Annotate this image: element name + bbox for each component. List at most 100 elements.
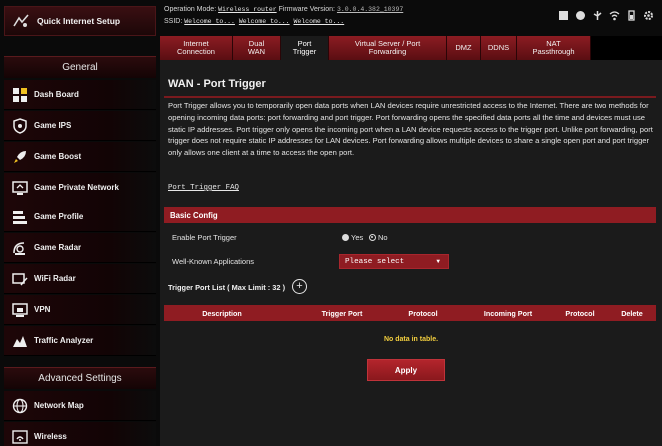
operation-mode-line: Operation Mode: Wireless router Firmware… (164, 6, 403, 13)
col-protocol: Protocol (408, 308, 438, 318)
sidebar-item-traffic-analyzer[interactable]: Traffic Analyzer (4, 326, 156, 356)
shield-icon (13, 118, 27, 134)
top-status-bar: Operation Mode: Wireless router Firmware… (160, 0, 662, 36)
col-description: Description (202, 308, 242, 318)
ssid-link[interactable]: Welcome to... (184, 18, 235, 25)
plus-icon: + (296, 280, 303, 292)
col-trigger-port: Trigger Port (321, 308, 363, 318)
quick-internet-setup-button[interactable]: Quick Internet Setup (4, 6, 156, 36)
operation-mode-link[interactable]: Wireless router (218, 6, 277, 13)
dashboard-icon (13, 88, 27, 102)
sidebar-item-label: Network Map (34, 401, 84, 410)
sidebar-item-network-map[interactable]: Network Map (4, 391, 156, 421)
radio-yes-label: Yes (351, 233, 364, 242)
tab-internet-connection[interactable]: Internet Connection (160, 36, 233, 60)
ssid-link[interactable]: Welcome to... (293, 18, 344, 25)
title-divider (164, 96, 656, 98)
tab-label: Port Trigger (292, 39, 317, 56)
sidebar-item-label: WiFi Radar (34, 274, 76, 283)
quick-setup-label: Quick Internet Setup (37, 16, 121, 26)
ssid-line: SSID: Welcome to... Welcome to... Welcom… (164, 18, 344, 25)
globe-icon (12, 398, 28, 414)
wifi-icon[interactable] (609, 10, 620, 21)
col-delete: Delete (621, 308, 643, 318)
monitor-icon (12, 181, 28, 195)
sidebar-item-label: Game Boost (34, 152, 82, 161)
apply-button[interactable]: Apply (367, 359, 445, 381)
tab-label: DDNS (487, 43, 510, 52)
sidebar-item-game-ips[interactable]: Game IPS (4, 111, 156, 141)
ssid-link[interactable]: Welcome to... (239, 18, 290, 25)
sidebar-item-label: Traffic Analyzer (34, 336, 94, 345)
battery-icon[interactable] (626, 10, 637, 21)
empty-table-message: No data in table. (383, 336, 439, 343)
enable-port-trigger-label: Enable Port Trigger (172, 233, 237, 242)
status-icons (558, 10, 654, 21)
operation-mode-label: Operation Mode: (164, 6, 217, 13)
advanced-section-header: Advanced Settings (4, 367, 156, 389)
usb-icon[interactable] (592, 10, 603, 21)
wifi-radar-icon (12, 273, 28, 286)
settings-icon[interactable] (643, 10, 654, 21)
wireless-icon (12, 430, 28, 444)
tab-label: Internet Connection (177, 39, 215, 56)
sidebar-item-game-boost[interactable]: Game Boost (4, 142, 156, 172)
tab-port-trigger[interactable]: Port Trigger (281, 36, 329, 60)
tab-label: Dual WAN (247, 39, 266, 56)
tab-label: DMZ (455, 43, 472, 52)
description-text: Port Trigger allows you to temporarily o… (168, 101, 653, 158)
rocket-icon (14, 151, 26, 163)
radio-no[interactable]: No (369, 233, 388, 242)
well-known-apps-label: Well-Known Applications (172, 257, 254, 266)
firmware-link[interactable]: 3.0.0.4.382_10397 (337, 6, 403, 13)
sidebar-item-label: Wireless (34, 432, 67, 441)
sidebar-item-game-radar[interactable]: Game Radar (4, 233, 156, 263)
main-content: WAN - Port Trigger Port Trigger allows y… (160, 60, 662, 446)
sidebar-item-label: Game Profile (34, 212, 84, 221)
radio-no-dot (369, 234, 376, 241)
col-protocol-2: Protocol (565, 308, 595, 318)
add-rule-button[interactable]: + (292, 279, 307, 294)
status-icon[interactable] (558, 10, 569, 21)
tab-dmz[interactable]: DMZ (447, 36, 481, 60)
sidebar-item-wifi-radar[interactable]: WiFi Radar (4, 264, 156, 294)
trigger-port-table-header: Description Trigger Port Protocol Incomi… (164, 305, 656, 321)
quick-setup-icon (13, 14, 29, 27)
tab-label: NAT Passthrough (532, 39, 575, 56)
select-value: Please select (345, 257, 405, 266)
firmware-label: Firmware Version: (278, 6, 335, 13)
faq-link[interactable]: Port Trigger FAQ (168, 184, 239, 192)
tab-ddns[interactable]: DDNS (481, 36, 517, 60)
sidebar-item-wireless[interactable]: Wireless (4, 422, 156, 446)
vpn-icon (12, 303, 28, 317)
basic-config-header: Basic Config (164, 207, 656, 223)
sidebar-item-vpn[interactable]: VPN (4, 295, 156, 325)
ssid-label: SSID: (164, 18, 183, 25)
sidebar-item-label: Game Radar (34, 243, 82, 252)
tab-virtual-server[interactable]: Virtual Server / Port Forwarding (329, 36, 447, 60)
sidebar-item-label: VPN (34, 305, 51, 314)
radio-yes[interactable]: Yes (342, 233, 363, 242)
general-section-header: General (4, 56, 156, 78)
profile-icon (13, 211, 27, 224)
sidebar: Quick Internet Setup General Dash Board … (0, 0, 160, 446)
sidebar-item-game-private-network[interactable]: Game Private Network (4, 173, 156, 203)
tab-nat-passthrough[interactable]: NAT Passthrough (517, 36, 591, 60)
sidebar-item-label: Game IPS (34, 121, 72, 130)
tab-dual-wan[interactable]: Dual WAN (233, 36, 281, 60)
tab-bar: Internet Connection Dual WAN Port Trigge… (160, 36, 662, 60)
sidebar-item-game-profile[interactable]: Game Profile (4, 202, 156, 232)
tab-label: Virtual Server / Port Forwarding (354, 39, 421, 56)
network-icon[interactable] (575, 10, 586, 21)
chevron-down-icon: ▼ (436, 258, 440, 265)
radio-yes-dot (342, 234, 349, 241)
traffic-icon (13, 336, 27, 347)
page-title: WAN - Port Trigger (168, 78, 266, 90)
sidebar-item-dashboard[interactable]: Dash Board (4, 80, 156, 110)
col-incoming-port: Incoming Port (483, 308, 533, 318)
radio-no-label: No (378, 233, 388, 242)
sidebar-item-label: Dash Board (34, 90, 79, 99)
radar-icon (13, 242, 25, 255)
well-known-apps-select[interactable]: Please select ▼ (339, 254, 449, 269)
trigger-port-list-title: Trigger Port List ( Max Limit : 32 ) (168, 283, 286, 292)
